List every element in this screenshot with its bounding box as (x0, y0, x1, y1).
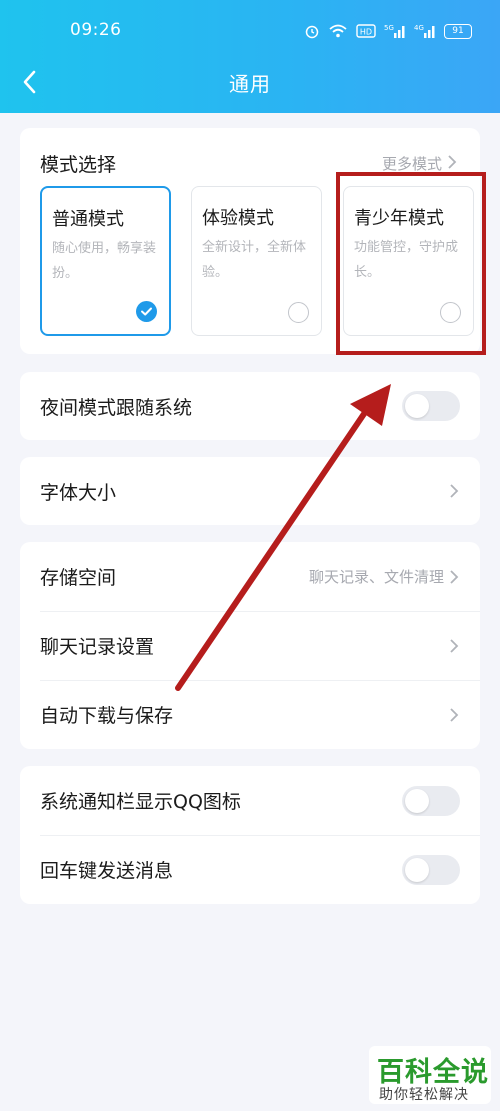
watermark-logo: 百科全说 助你轻松解决 (369, 1046, 491, 1104)
battery-level: 91 (452, 25, 464, 36)
mode-name: 普通模式 (52, 209, 124, 230)
mode-description: 全新设计，全新体验。 (202, 240, 307, 280)
chevron-right-icon (450, 707, 459, 722)
notification-icon-label: 系统通知栏显示QQ图标 (40, 791, 241, 813)
font-size-card: 字体大小 (20, 457, 480, 525)
storage-value: 聊天记录、文件清理 (308, 568, 444, 586)
mode-name: 体验模式 (202, 208, 274, 229)
enter-send-toggle[interactable] (402, 854, 460, 885)
radio-checked[interactable] (136, 301, 157, 322)
hd-icon: HD (356, 24, 376, 38)
night-mode-card: 夜间模式跟随系统 (20, 372, 480, 440)
watermark-subtitle: 助你轻松解决 (379, 1087, 469, 1103)
status-bar: 09:26 HD 5G 4G 91 (0, 0, 500, 62)
toggle-knob (405, 857, 429, 882)
auto-download-label: 自动下载与保存 (40, 705, 174, 727)
page-title: 通用 (229, 72, 271, 96)
svg-text:4G: 4G (414, 24, 424, 32)
notification-icon-row[interactable]: 系统通知栏显示QQ图标 (20, 766, 480, 835)
storage-label: 存储空间 (40, 567, 117, 589)
notification-icon-toggle[interactable] (402, 785, 460, 816)
svg-text:HD: HD (360, 28, 372, 37)
signal-5g-icon: 5G (384, 24, 405, 38)
chevron-right-icon (450, 638, 459, 653)
check-icon (141, 307, 152, 316)
chat-settings-row[interactable]: 聊天记录设置 (20, 611, 480, 680)
night-mode-label: 夜间模式跟随系统 (40, 396, 193, 419)
chevron-right-icon (450, 484, 459, 498)
font-size-row[interactable]: 字体大小 (20, 457, 480, 525)
app-header: 09:26 HD 5G 4G 91 通用 (0, 0, 500, 113)
status-time: 09:26 (70, 20, 122, 40)
radio-unchecked[interactable] (288, 302, 309, 323)
enter-send-row[interactable]: 回车键发送消息 (20, 835, 480, 904)
alarm-icon (305, 25, 319, 39)
storage-row[interactable]: 存储空间 聊天记录、文件清理 (20, 542, 480, 611)
chevron-right-icon (450, 569, 459, 584)
font-size-label: 字体大小 (40, 481, 117, 504)
signal-4g-icon: 4G (414, 24, 435, 38)
mode-description: 随心使用，畅享装扮。 (52, 241, 157, 281)
battery-icon: 91 (444, 23, 472, 39)
mode-card-experience[interactable]: 体验模式 全新设计，全新体验。 (191, 186, 322, 336)
more-modes-link[interactable]: 更多模式 (382, 153, 442, 174)
wifi-icon (329, 24, 347, 38)
toggle-knob (405, 788, 429, 813)
chat-settings-label: 聊天记录设置 (40, 636, 155, 658)
auto-download-row[interactable]: 自动下载与保存 (20, 680, 480, 749)
storage-card: 存储空间 聊天记录、文件清理 聊天记录设置 自动下载与保存 (20, 542, 480, 749)
mode-section-title: 模式选择 (40, 154, 117, 176)
night-mode-row[interactable]: 夜间模式跟随系统 (20, 372, 480, 440)
mode-card-normal[interactable]: 普通模式 随心使用，畅享装扮。 (40, 186, 171, 336)
svg-text:5G: 5G (384, 24, 394, 32)
status-icons: HD 5G 4G 91 (304, 22, 472, 40)
enter-send-label: 回车键发送消息 (40, 860, 174, 882)
notification-card: 系统通知栏显示QQ图标 回车键发送消息 (20, 766, 480, 904)
annotation-highlight-box (336, 172, 486, 355)
toggle-knob (405, 394, 429, 418)
night-mode-toggle[interactable] (402, 391, 460, 421)
chevron-right-icon (448, 155, 457, 169)
